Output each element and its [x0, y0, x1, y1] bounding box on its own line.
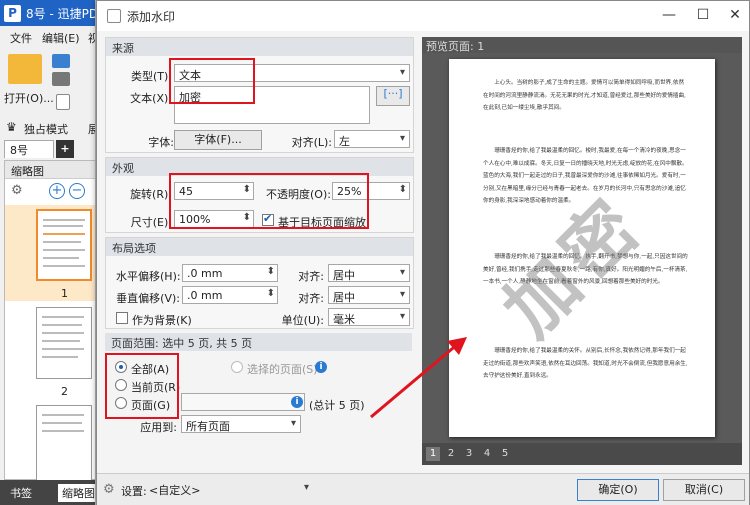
font-button[interactable]: 字体(F)... — [174, 130, 262, 150]
v-offset-input[interactable]: .0 mm — [182, 286, 278, 304]
crown-icon: ♛ — [6, 120, 17, 134]
page-range-header: 页面范围: 选中 5 页, 共 5 页 — [105, 333, 412, 351]
annotation-box-type-text — [169, 58, 255, 104]
range-selected-radio[interactable] — [231, 361, 243, 373]
dialog-footer: ⚙ 设置: <自定义> 确定(O) 取消(C) — [97, 473, 749, 505]
menu-edit[interactable]: 编辑(E) — [42, 30, 80, 46]
as-background-checkbox[interactable] — [116, 312, 128, 324]
app-title: 8号 - 迅捷PD — [26, 7, 96, 21]
document-tabs: 8号 + — [0, 140, 95, 158]
thumbnail-page-2[interactable] — [36, 307, 92, 379]
preview-page-2[interactable]: 2 — [444, 447, 458, 461]
add-tab-button[interactable]: + — [56, 140, 74, 158]
settings-label: 设置: — [121, 485, 147, 498]
thumbnail-page-number: 2 — [61, 385, 68, 398]
exclusive-mode-row[interactable]: ♛ 独占模式 展 — [4, 120, 95, 137]
preview-page-4[interactable]: 4 — [480, 447, 494, 461]
preview-page-3[interactable]: 3 — [462, 447, 476, 461]
mode-suffix: 展 — [88, 121, 95, 137]
document-tab[interactable]: 8号 — [4, 140, 54, 158]
v-align-label: 对齐: — [298, 292, 324, 305]
preview-page-nav: 1 2 3 4 5 — [422, 443, 742, 465]
open-folder-icon[interactable] — [8, 54, 42, 84]
source-section: 来源 类型(T): 文本 文本(X): 加密 [···] 字体: 字体(F)..… — [105, 37, 414, 153]
dialog-title: 添加水印 — [127, 10, 176, 24]
thumbnail-panel: 缩略图 ⚙ + − 1 2 — [4, 160, 95, 481]
v-offset-label: 垂直偏移(V): — [116, 292, 180, 305]
rotation-label: 旋转(R): — [130, 188, 172, 201]
h-align-select[interactable]: 居中 — [328, 264, 410, 282]
total-pages-label: (总计 5 页) — [309, 399, 365, 412]
align-select[interactable]: 左 — [334, 130, 410, 148]
align-label: 对齐(L): — [291, 136, 332, 149]
preview-paragraph: 上心头。当树的影子,成了生命的主题。爱情可以简单得如同呼吸,而世界,依然在时间的… — [483, 80, 686, 111]
insert-macro-button[interactable]: [···] — [376, 86, 410, 106]
unit-select[interactable]: 毫米 — [328, 308, 410, 326]
dialog-titlebar: 添加水印 — ☐ ✕ — [97, 1, 749, 31]
preview-paragraph: 珊珊香烃的你,给了我最温柔的关怀。从别后,长怀念,我依然记得,那年我们一起走过的… — [483, 348, 688, 379]
thumbnails-tab[interactable]: 缩略图 — [58, 484, 95, 502]
thumbnail-header: 缩略图 — [5, 161, 95, 179]
maximize-icon[interactable]: ☐ — [691, 5, 715, 25]
size-label: 尺寸(E): — [130, 216, 172, 229]
preview-page-1[interactable]: 1 — [426, 447, 440, 461]
bookmarks-tab[interactable]: 书签 — [6, 484, 36, 502]
apply-to-select[interactable]: 所有页面 — [181, 415, 301, 433]
exclusive-mode-label: 独占模式 — [24, 123, 68, 136]
layout-section-header: 布局选项 — [106, 238, 413, 256]
font-label: 字体: — [148, 136, 174, 149]
open-button-label[interactable]: 打开(O)... — [4, 90, 54, 106]
annotation-box-appearance — [169, 173, 369, 229]
menu-view[interactable]: 视 — [88, 30, 95, 46]
zoom-out-icon[interactable]: − — [69, 183, 85, 199]
dialog-app-icon — [107, 9, 121, 23]
zoom-in-icon[interactable]: + — [49, 183, 65, 199]
gear-icon[interactable]: ⚙ — [11, 183, 23, 198]
v-align-select[interactable]: 居中 — [328, 286, 410, 304]
document-icon[interactable] — [56, 94, 70, 110]
app-menubar: 文件 编辑(E) 视 — [0, 28, 95, 46]
close-icon[interactable]: ✕ — [723, 5, 747, 25]
settings-gear-icon[interactable]: ⚙ — [103, 482, 115, 497]
menu-file[interactable]: 文件 — [10, 30, 32, 46]
save-icon[interactable] — [52, 54, 70, 68]
background-app-window: P 8号 - 迅捷PD 文件 编辑(E) 视 打开(O)... ♛ 独占模式 展… — [0, 0, 96, 505]
annotation-arrow-icon — [370, 337, 467, 419]
text-label: 文本(X): — [130, 92, 172, 105]
panel-bottom-tabs: 书签 缩略图 — [0, 480, 95, 505]
preview-header: 预览页面: 1 — [422, 37, 742, 53]
h-align-label: 对齐: — [298, 270, 324, 283]
thumbnail-page-1[interactable] — [36, 209, 92, 281]
h-offset-label: 水平偏移(H): — [116, 270, 181, 283]
annotation-box-page-range — [105, 353, 179, 419]
apply-to-label: 应用到: — [140, 421, 177, 434]
pages-input[interactable] — [181, 393, 305, 411]
settings-select[interactable]: <自定义> — [145, 480, 313, 498]
cancel-button[interactable]: 取消(C) — [663, 479, 745, 501]
preview-page-5[interactable]: 5 — [498, 447, 512, 461]
add-watermark-dialog: 添加水印 — ☐ ✕ 来源 类型(T): 文本 文本(X): 加密 [···] … — [96, 0, 750, 505]
minimize-icon[interactable]: — — [657, 5, 681, 25]
as-background-label: 作为背景(K) — [132, 314, 192, 327]
h-offset-input[interactable]: .0 mm — [182, 264, 278, 282]
type-label: 类型(T): — [130, 70, 172, 83]
app-titlebar: P 8号 - 迅捷PD — [0, 0, 96, 26]
app-toolbar: 打开(O)... — [0, 48, 95, 114]
layout-section: 布局选项 水平偏移(H): .0 mm 对齐: 居中 垂直偏移(V): .0 m… — [105, 237, 414, 329]
thumbnail-page-3[interactable] — [36, 405, 92, 481]
ok-button[interactable]: 确定(O) — [577, 479, 659, 501]
unit-label: 单位(U): — [281, 314, 324, 327]
source-section-header: 来源 — [106, 38, 413, 56]
thumbnail-page-number: 1 — [61, 287, 68, 300]
range-selected-label: 选择的页面(S) — [247, 363, 318, 376]
preview-page: 上心头。当树的影子,成了生命的主题。爱情可以简单得如同呼吸,而世界,依然在时间的… — [449, 59, 715, 437]
print-icon[interactable] — [52, 72, 70, 86]
info-icon[interactable]: i — [315, 361, 327, 373]
app-logo-icon: P — [4, 5, 21, 22]
pages-info-icon[interactable]: i — [291, 396, 303, 408]
